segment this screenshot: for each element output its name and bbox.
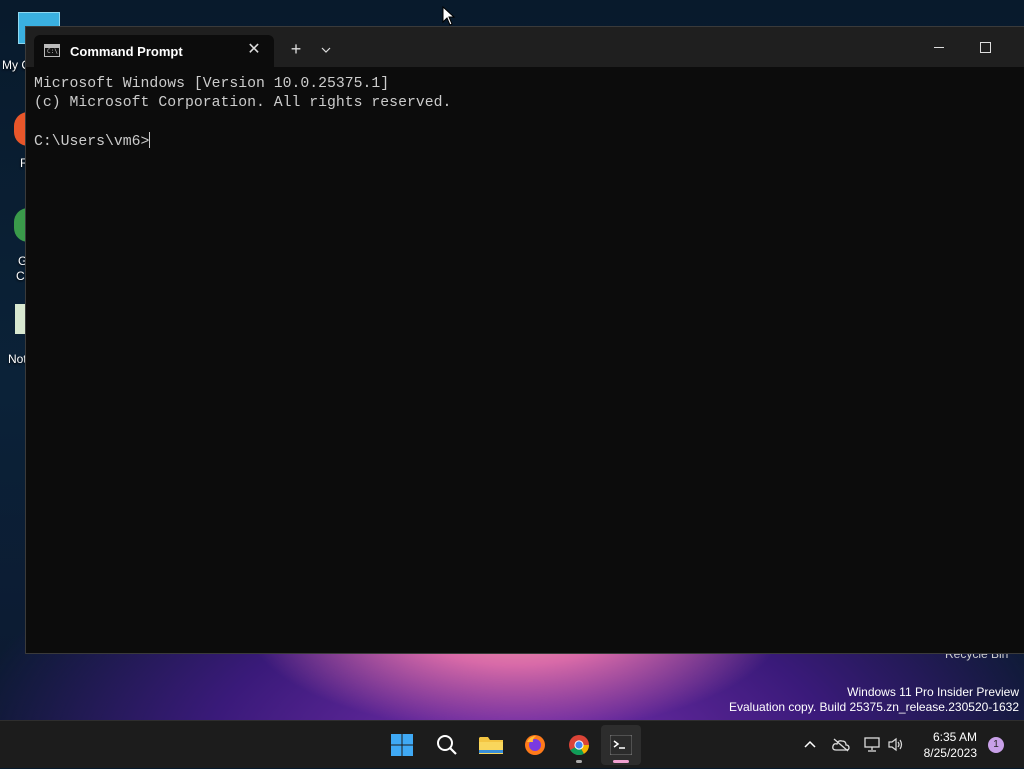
tab-dropdown-button[interactable]: [314, 37, 338, 61]
console-line: (c) Microsoft Corporation. All rights re…: [34, 95, 452, 111]
search-icon: [437, 735, 457, 755]
new-tab-button[interactable]: +: [284, 37, 308, 61]
desktop-icon-label: C: [16, 269, 25, 283]
folder-icon: [479, 737, 503, 754]
network-button[interactable]: [862, 721, 882, 769]
onedrive-button[interactable]: [830, 721, 852, 769]
chrome-icon: [569, 735, 590, 756]
close-tab-button[interactable]: ✕: [244, 39, 264, 61]
console-line: Microsoft Windows [Version 10.0.25375.1]: [34, 76, 390, 92]
tab-command-prompt[interactable]: C:\ Command Prompt ✕: [34, 35, 274, 67]
search-button[interactable]: [427, 725, 467, 765]
speaker-icon: [888, 737, 903, 752]
chevron-down-icon: [321, 47, 331, 53]
network-icon: [864, 737, 880, 752]
windows-watermark: Windows 11 Pro Insider Preview Evaluatio…: [729, 685, 1019, 715]
minimize-button[interactable]: [916, 27, 962, 67]
maximize-icon: [980, 42, 991, 53]
taskbar: 6:35 AM 8/25/2023 1: [0, 720, 1024, 768]
tab-title: Command Prompt: [70, 44, 183, 59]
title-bar[interactable]: C:\ Command Prompt ✕ +: [26, 27, 1024, 67]
cmd-icon: C:\: [44, 44, 60, 57]
start-button[interactable]: [382, 725, 422, 765]
clock-date: 8/25/2023: [923, 746, 977, 760]
minimize-icon: [934, 47, 944, 48]
terminal-icon: [610, 735, 632, 755]
chrome-button[interactable]: [559, 725, 599, 765]
console-prompt: C:\Users\vm6>: [34, 134, 150, 150]
active-indicator: [613, 760, 629, 763]
text-cursor: [149, 132, 151, 148]
watermark-line: Windows 11 Pro Insider Preview: [847, 685, 1019, 699]
command-prompt-window[interactable]: C:\ Command Prompt ✕ + Microsoft Windows…: [25, 26, 1024, 654]
desktop-icon-label: Not: [8, 352, 27, 366]
windows-logo-icon: [391, 734, 413, 756]
watermark-line: Evaluation copy. Build 25375.zn_release.…: [729, 700, 1019, 714]
firefox-icon: [525, 735, 545, 755]
cloud-offline-icon: [832, 738, 850, 752]
running-indicator: [576, 760, 582, 763]
volume-button[interactable]: [886, 721, 906, 769]
notification-badge[interactable]: 1: [988, 737, 1004, 753]
maximize-button[interactable]: [962, 27, 1008, 67]
file-explorer-button[interactable]: [471, 725, 511, 765]
mouse-pointer-icon: [442, 6, 456, 26]
show-hidden-icons-button[interactable]: [800, 721, 820, 769]
console-prompt-line[interactable]: C:\Users\vm6>: [34, 132, 1024, 152]
console-output[interactable]: Microsoft Windows [Version 10.0.25375.1]…: [34, 75, 1024, 653]
clock-time: 6:35 AM: [932, 730, 977, 744]
firefox-button[interactable]: [515, 725, 555, 765]
terminal-button[interactable]: [601, 725, 641, 765]
chevron-up-icon: [804, 740, 816, 748]
clock[interactable]: 6:35 AM 8/25/2023: [924, 729, 977, 761]
